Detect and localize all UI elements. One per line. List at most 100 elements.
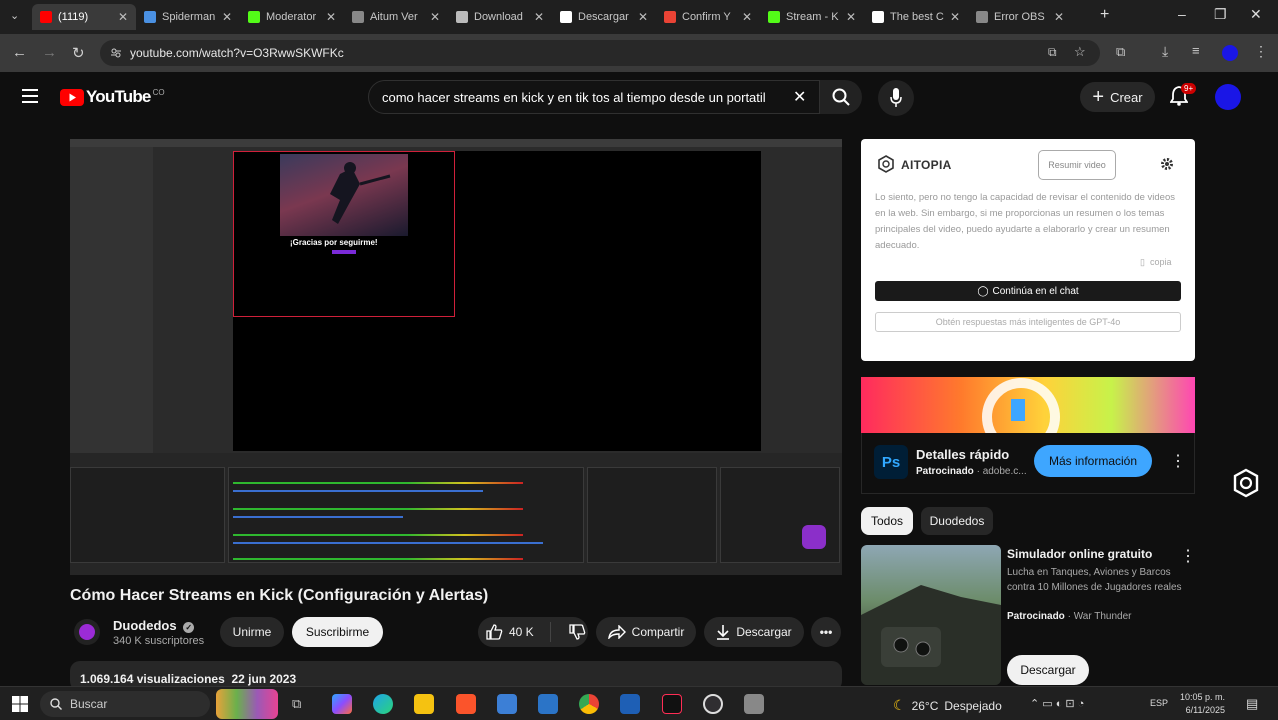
ai-assistant-floating-icon[interactable]	[1231, 468, 1261, 498]
close-tab-icon[interactable]: ✕	[430, 10, 440, 24]
obs-audio-mixer	[228, 467, 584, 563]
bookmark-star-icon[interactable]: ☆	[1074, 44, 1086, 60]
ad-more-info-button[interactable]: Más información	[1034, 445, 1152, 477]
browser-tab[interactable]: Stream - K ✕	[760, 4, 864, 30]
back-button[interactable]: ←	[12, 44, 27, 61]
browser-menu-icon[interactable]: ⋮	[1254, 43, 1268, 60]
weather-widget[interactable]: ☾ 26°C Despejado	[893, 697, 1002, 714]
reading-list-icon[interactable]: ≡	[1192, 43, 1200, 58]
account-avatar[interactable]	[1215, 84, 1241, 110]
task-view-icon[interactable]: ⧉	[292, 696, 301, 712]
cast-icon[interactable]: ⧉	[1048, 45, 1057, 60]
like-divider	[549, 622, 551, 642]
extensions-icon[interactable]: ⧉	[1116, 44, 1125, 60]
input-language[interactable]: ESP	[1150, 698, 1168, 708]
browser-tab[interactable]: Download ✕	[448, 4, 552, 30]
downloads-icon[interactable]: ⤓	[1162, 43, 1168, 60]
search-button[interactable]	[820, 80, 862, 114]
notification-center-icon[interactable]: ▤	[1246, 696, 1258, 712]
maximize-button[interactable]: ❐	[1214, 6, 1227, 23]
search-input[interactable]: como hacer streams en kick y en tik tos …	[368, 80, 820, 114]
voice-search-button[interactable]	[878, 80, 914, 116]
app-window-icon[interactable]	[497, 694, 517, 714]
tiktok-icon[interactable]	[662, 694, 682, 714]
close-tab-icon[interactable]: ✕	[950, 10, 960, 24]
browser-tab[interactable]: Descargar ✕	[552, 4, 656, 30]
recommendation-thumbnail[interactable]	[861, 545, 1001, 685]
ad-banner-image[interactable]	[861, 377, 1195, 433]
upload-date: 22 jun 2023	[231, 672, 297, 686]
obs-overlay-text: ¡Gracias por seguirme!	[290, 238, 378, 247]
copilot-icon[interactable]	[332, 694, 352, 714]
continue-chat-button[interactable]: ◯ Continúa en el chat	[875, 281, 1181, 301]
channel-avatar[interactable]	[74, 619, 100, 645]
more-actions-button[interactable]: •••	[811, 617, 841, 647]
edge-icon[interactable]	[373, 694, 393, 714]
close-window-button[interactable]: ✕	[1250, 6, 1262, 23]
browser-tab[interactable]: The best C ✕	[864, 4, 968, 30]
browser-tab[interactable]: (1119) ✕	[32, 4, 136, 30]
close-tab-icon[interactable]: ✕	[1054, 10, 1064, 24]
close-tab-icon[interactable]: ✕	[222, 10, 232, 24]
address-bar[interactable]: youtube.com/watch?v=O3RwwSKWFKc ⧉ ☆	[100, 40, 1100, 66]
close-tab-icon[interactable]: ✕	[118, 10, 128, 24]
browser-tab[interactable]: Error OBS ✕	[968, 4, 1072, 30]
browser-tab[interactable]: Spiderman ✕	[136, 4, 240, 30]
forward-button[interactable]: →	[42, 44, 57, 61]
close-tab-icon[interactable]: ✕	[326, 10, 336, 24]
recommendation-download-button[interactable]: Descargar	[1007, 655, 1089, 685]
obs-scenes-panel	[70, 147, 153, 453]
chip-duodedos[interactable]: Duodedos	[921, 507, 993, 535]
chip-todos[interactable]: Todos	[861, 507, 913, 535]
join-button[interactable]: Unirme	[220, 617, 284, 647]
obs-studio-icon[interactable]	[703, 694, 723, 714]
browser-tab[interactable]: Aitum Ver ✕	[344, 4, 448, 30]
site-info-icon[interactable]	[110, 47, 122, 59]
system-tray-icons[interactable]: ⌃ ▭ ◐ ⊡ ◔	[1030, 697, 1084, 710]
taskbar-app-icon[interactable]	[620, 694, 640, 714]
taskbar-clock[interactable]: 10:05 p. m. 6/11/2025	[1180, 691, 1225, 717]
file-explorer-icon[interactable]	[414, 694, 434, 714]
close-tab-icon[interactable]: ✕	[534, 10, 544, 24]
brave-browser-icon[interactable]	[456, 694, 476, 714]
photoshop-app-icon: Ps	[874, 445, 908, 479]
tab-search-chevron-icon[interactable]: ⌄	[10, 9, 19, 22]
gpt-upgrade-button[interactable]: Obtén respuestas más inteligentes de GPT…	[875, 312, 1181, 332]
channel-name[interactable]: Duodedos ✓	[113, 618, 195, 633]
video-player[interactable]: ¡Gracias por seguirme!	[70, 139, 842, 575]
mail-app-icon[interactable]	[538, 694, 558, 714]
share-button[interactable]: Compartir	[596, 617, 696, 647]
browser-tab-title: Descargar	[578, 11, 629, 23]
subscribe-button[interactable]: Suscribirme	[292, 617, 383, 647]
windows-start-icon[interactable]	[12, 696, 28, 712]
taskbar-search[interactable]: Buscar	[40, 691, 210, 717]
download-button[interactable]: Descargar	[704, 617, 804, 647]
ad-more-options-icon[interactable]: ⋮	[1170, 451, 1186, 471]
clear-search-icon[interactable]: ✕	[793, 87, 806, 107]
close-tab-icon[interactable]: ✕	[638, 10, 648, 24]
minimize-button[interactable]: –	[1178, 6, 1186, 22]
reload-button[interactable]: ↻	[72, 44, 85, 62]
new-tab-button[interactable]: +	[1100, 6, 1109, 24]
profile-avatar[interactable]	[1222, 45, 1238, 61]
copy-button[interactable]: ▯ copia	[1140, 257, 1171, 268]
settings-gear-icon[interactable]	[1160, 157, 1174, 171]
like-button[interactable]: 40 K	[486, 624, 534, 640]
thumbs-down-icon[interactable]	[569, 624, 586, 640]
hamburger-menu-icon[interactable]	[22, 89, 38, 103]
recommendation-description: Lucha en Tanques, Aviones y Barcos contr…	[1007, 567, 1182, 593]
youtube-logo[interactable]: YouTube CO	[60, 87, 165, 107]
summarize-video-button[interactable]: Resumir video	[1038, 150, 1116, 180]
taskbar-widget-characters-icon[interactable]	[216, 689, 278, 719]
taskbar-misc-app-icon[interactable]	[744, 694, 764, 714]
close-tab-icon[interactable]: ✕	[742, 10, 752, 24]
recommendation-title[interactable]: Simulador online gratuito	[1007, 547, 1152, 561]
chrome-icon[interactable]	[579, 694, 599, 714]
close-tab-icon[interactable]: ✕	[846, 10, 856, 24]
globe-icon	[352, 11, 364, 23]
browser-tab[interactable]: Moderator ✕	[240, 4, 344, 30]
create-button[interactable]: + Crear	[1080, 82, 1155, 112]
download-icon	[717, 625, 730, 640]
recommendation-more-icon[interactable]: ⋮	[1180, 546, 1196, 566]
browser-tab[interactable]: Confirm Y ✕	[656, 4, 760, 30]
